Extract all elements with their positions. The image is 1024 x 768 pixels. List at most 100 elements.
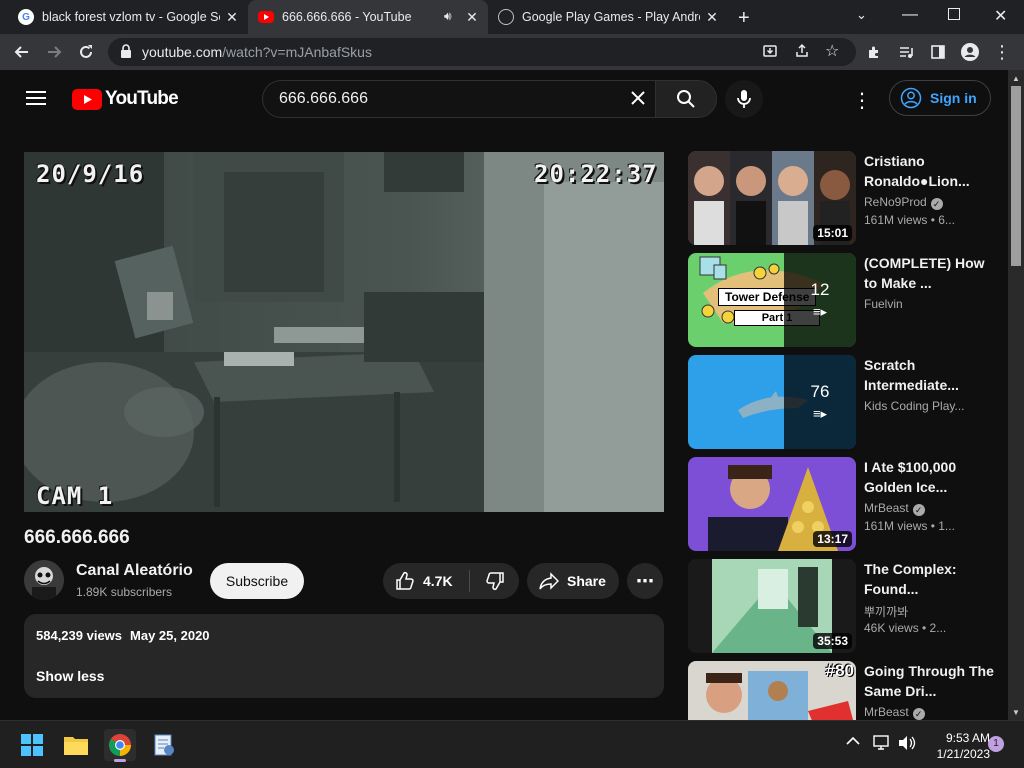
channel-name[interactable]: Canal Aleatório	[76, 562, 193, 580]
playlist-thumbnail[interactable]: 76 ≡▸	[688, 355, 856, 449]
osd-camera-label: CAM 1	[36, 482, 114, 510]
video-duration: 15:01	[813, 225, 852, 241]
cctv-frame	[24, 152, 664, 512]
recommendation-title[interactable]: Scratch Intermediate...	[864, 355, 994, 395]
notification-badge[interactable]: 1	[988, 736, 1004, 752]
like-button[interactable]: 4.7K	[383, 563, 469, 599]
view-stats: 584,239 views May 25, 2020	[36, 628, 210, 643]
tab-google-search[interactable]: G black forest vzlom tv - Google Search …	[8, 0, 248, 34]
recommendation-meta: 161M views • 6...	[864, 213, 955, 227]
video-thumbnail[interactable]: 13:17	[688, 457, 856, 551]
verified-check-icon: ✓	[912, 504, 925, 516]
bookmark-star-icon[interactable]: ☆	[825, 41, 839, 61]
show-less-button[interactable]: Show less	[36, 668, 104, 684]
voice-search-button[interactable]	[725, 80, 763, 118]
tab-youtube[interactable]: 666.666.666 - YouTube 🔊︎ ✕	[248, 0, 488, 34]
app-taskbar-icon[interactable]	[148, 729, 180, 761]
profile-icon[interactable]	[958, 40, 982, 64]
tray-chevron-up-icon[interactable]	[846, 735, 860, 749]
sign-in-button[interactable]: Sign in	[889, 80, 991, 116]
video-thumbnail[interactable]: 15:01	[688, 151, 856, 245]
playlist-icon: ≡▸	[812, 304, 828, 319]
lock-icon[interactable]	[120, 44, 132, 63]
tab-title: 666.666.666 - YouTube	[282, 10, 412, 24]
video-thumbnail[interactable]: #80	[688, 661, 856, 720]
forward-arrow-icon[interactable]	[42, 40, 66, 64]
google-icon: G	[18, 9, 34, 25]
youtube-icon	[258, 11, 274, 23]
install-app-icon[interactable]	[762, 43, 778, 64]
scrollbar-thumb[interactable]	[1011, 86, 1021, 266]
subscribe-button[interactable]: Subscribe	[210, 563, 304, 599]
back-arrow-icon[interactable]	[10, 40, 34, 64]
tab-title: Google Play Games - Play Android Games	[522, 10, 700, 24]
page-scrollbar[interactable]: ▲ ▼	[1008, 70, 1024, 720]
url-text: youtube.com/watch?v=mJAnbafSkus	[142, 44, 372, 60]
playlist-thumbnail[interactable]: Tower Defense Part 1 12 ≡▸	[688, 253, 856, 347]
upload-date: May 25, 2020	[130, 628, 210, 643]
recommendation-title[interactable]: Going Through The Same Dri...	[864, 661, 994, 701]
media-control-icon[interactable]	[894, 40, 918, 64]
view-count: 584,239 views	[36, 628, 123, 643]
recommendation-channel: MrBeast ✓	[864, 501, 925, 516]
tab-search-icon[interactable]: ⌄	[856, 7, 867, 23]
side-panel-icon[interactable]	[926, 40, 950, 64]
youtube-logo[interactable]: YouTube	[72, 88, 179, 110]
clock-date: 1/21/2023	[936, 747, 990, 761]
network-icon[interactable]	[873, 735, 891, 756]
window-close-icon[interactable]: ✕	[994, 6, 1007, 26]
youtube-header: YouTube 666.666.666 ⋮ Sign in	[0, 70, 1008, 128]
recommendation-item[interactable]: 13:17 I Ate $100,000 Golden Ice... MrBea…	[688, 457, 1000, 551]
clear-search-icon[interactable]	[629, 89, 647, 112]
recommendation-title[interactable]: Cristiano Ronaldo●Lion...	[864, 151, 994, 191]
recommendation-title[interactable]: (COMPLETE) How to Make ...	[864, 253, 994, 293]
video-thumbnail[interactable]: 35:53	[688, 559, 856, 653]
search-box[interactable]: 666.666.666	[262, 80, 656, 118]
tab-title: black forest vzlom tv - Google Search	[42, 10, 220, 24]
new-tab-icon[interactable]: +	[738, 7, 750, 30]
youtube-play-logo-icon	[72, 88, 102, 110]
minimize-icon[interactable]: —	[902, 6, 918, 24]
close-icon[interactable]: ✕	[224, 9, 240, 25]
chrome-taskbar-icon[interactable]	[104, 729, 136, 762]
video-duration: 13:17	[813, 531, 852, 547]
dislike-button[interactable]	[470, 563, 519, 599]
reload-icon[interactable]	[74, 40, 98, 64]
restore-icon[interactable]	[948, 8, 960, 20]
channel-avatar[interactable]	[24, 560, 64, 600]
settings-kebab-icon[interactable]: ⋮	[852, 88, 872, 113]
scroll-down-arrow-icon[interactable]: ▼	[1012, 708, 1020, 717]
playlist-icon: ≡▸	[812, 406, 828, 421]
chrome-menu-icon[interactable]: ⋮	[990, 40, 1014, 64]
close-icon[interactable]: ✕	[704, 9, 720, 25]
recommendation-item[interactable]: 15:01 Cristiano Ronaldo●Lion... ReNo9Pro…	[688, 151, 1000, 245]
close-icon[interactable]: ✕	[464, 9, 480, 25]
extensions-icon[interactable]	[862, 40, 886, 64]
playlist-overlay: 12 ≡▸	[784, 253, 856, 347]
windows-start-icon[interactable]	[16, 729, 48, 761]
share-page-icon[interactable]	[794, 43, 810, 64]
recommendation-title[interactable]: The Complex: Found...	[864, 559, 994, 599]
volume-icon[interactable]	[898, 735, 916, 756]
system-clock[interactable]: 9:53 AM 1/21/2023	[920, 730, 990, 762]
scroll-up-arrow-icon[interactable]: ▲	[1012, 74, 1020, 83]
recommendation-item[interactable]: 35:53 The Complex: Found... 뿌끼까봐 46K vie…	[688, 559, 1000, 653]
search-input[interactable]: 666.666.666	[279, 90, 368, 108]
tab-google-play-games[interactable]: Google Play Games - Play Android Games ✕	[488, 0, 728, 34]
hamburger-menu-icon[interactable]	[26, 90, 46, 111]
address-bar[interactable]: youtube.com/watch?v=mJAnbafSkus ☆	[108, 38, 856, 66]
recommendation-title[interactable]: I Ate $100,000 Golden Ice...	[864, 457, 994, 497]
more-actions-icon[interactable]: ⋯	[627, 563, 663, 599]
description-box[interactable]: 584,239 views May 25, 2020 Show less	[24, 614, 664, 698]
speaker-icon[interactable]: 🔊︎	[444, 9, 452, 24]
video-player[interactable]: 20/9/16 20:22:37 CAM 1	[24, 152, 664, 512]
verified-check-icon: ✓	[930, 198, 943, 210]
search-button[interactable]	[655, 80, 717, 118]
recommendation-item[interactable]: #80 Going Through The Same Dri... MrBeas…	[688, 661, 1000, 720]
share-button[interactable]: Share	[527, 563, 619, 599]
file-explorer-icon[interactable]	[60, 729, 92, 761]
thumbs-down-icon	[485, 572, 504, 591]
recommendation-item[interactable]: Tower Defense Part 1 12 ≡▸ (COMPLETE) Ho…	[688, 253, 1000, 347]
recommendation-item[interactable]: 76 ≡▸ Scratch Intermediate... Kids Codin…	[688, 355, 1000, 449]
recommendation-channel: MrBeast ✓	[864, 705, 925, 720]
